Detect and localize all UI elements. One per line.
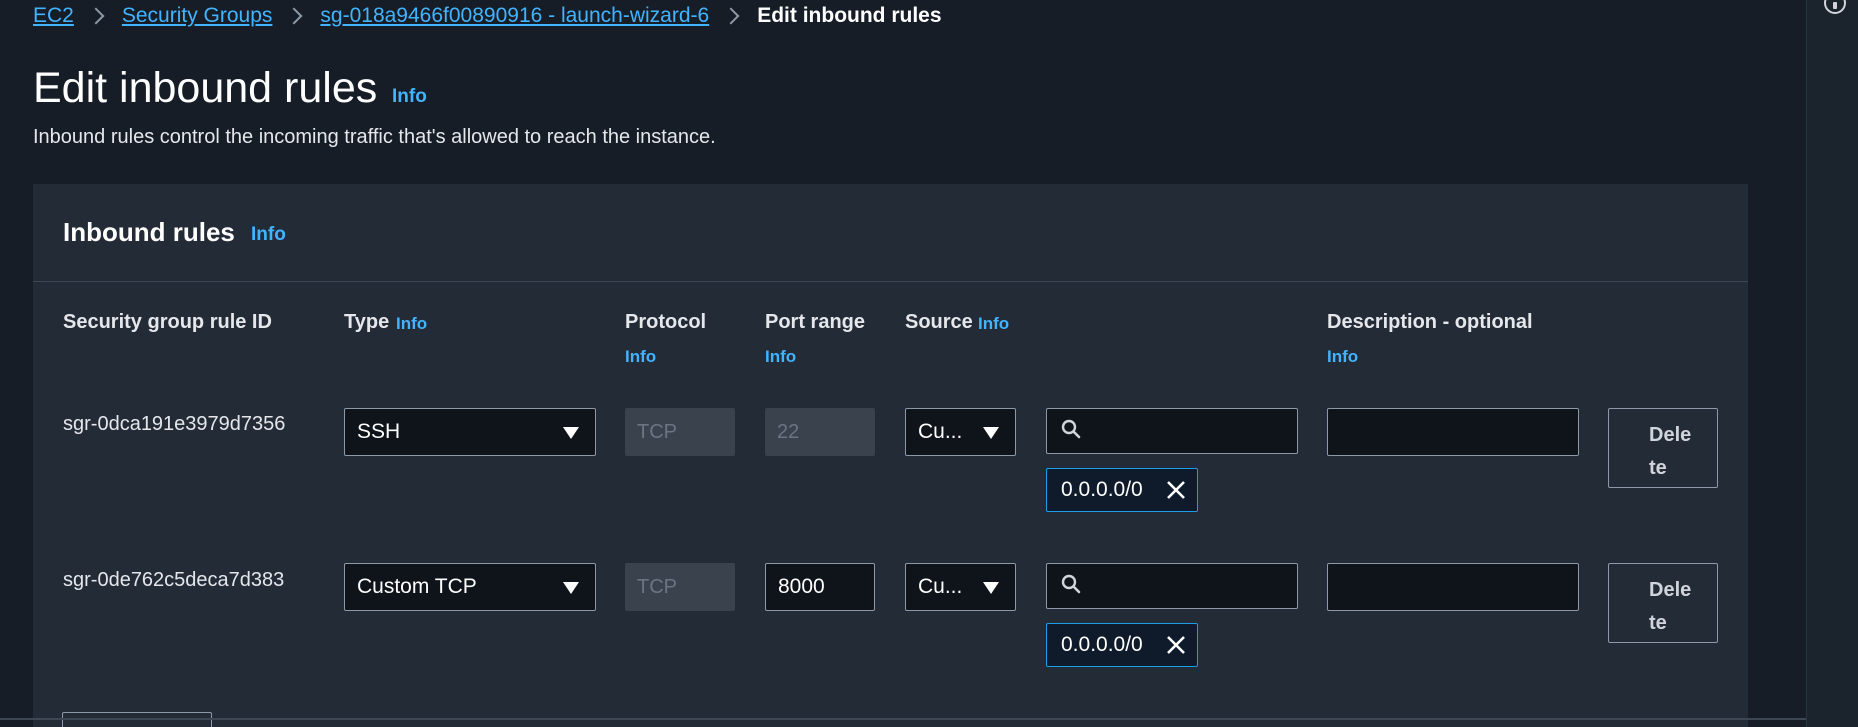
delete-label: te (1649, 457, 1667, 479)
source-token-label: 0.0.0.0/0 (1061, 478, 1143, 501)
protocol-value: TCP (637, 575, 677, 598)
source-type-select[interactable]: Cu... (905, 408, 1016, 456)
port-range-info-link[interactable]: Info (765, 347, 796, 367)
close-icon[interactable] (1165, 479, 1187, 501)
caret-down-icon (983, 582, 999, 594)
source-type-value: Cu... (918, 575, 963, 598)
protocol-value: TCP (637, 420, 677, 443)
page-info-link[interactable]: Info (392, 86, 427, 108)
source-token: 0.0.0.0/0 (1046, 468, 1198, 512)
source-type-select[interactable]: Cu... (905, 563, 1016, 611)
column-rule-id: Security group rule ID (63, 311, 272, 333)
delete-button[interactable]: Dele te (1608, 563, 1718, 643)
port-range-field: 22 (765, 408, 875, 456)
source-search-input[interactable] (1046, 408, 1298, 454)
description-input[interactable] (1327, 408, 1579, 456)
protocol-info-link[interactable]: Info (625, 347, 656, 367)
column-source: Source (905, 311, 973, 333)
source-token-label: 0.0.0.0/0 (1061, 633, 1143, 656)
description-info-link[interactable]: Info (1327, 347, 1358, 367)
source-token: 0.0.0.0/0 (1046, 623, 1198, 667)
delete-button[interactable]: Dele te (1608, 408, 1718, 488)
search-icon (1061, 574, 1081, 594)
delete-label: Dele (1649, 579, 1692, 601)
divider (0, 718, 1806, 720)
protocol-field: TCP (625, 563, 735, 611)
type-select[interactable]: Custom TCP (344, 563, 596, 611)
rule-id: sgr-0de762c5deca7d383 (63, 569, 285, 591)
panel-info-link[interactable]: Info (251, 224, 286, 246)
panel-header: Inbound rules Info (33, 184, 1748, 282)
type-select[interactable]: SSH (344, 408, 596, 456)
caret-down-icon (983, 427, 999, 439)
breadcrumb: EC2 Security Groups sg-018a9466f00890916… (33, 3, 942, 29)
type-info-link[interactable]: Info (396, 314, 427, 334)
column-protocol: Protocol (625, 311, 707, 333)
right-rail (1806, 0, 1858, 727)
column-port-range: Port range (765, 311, 866, 333)
column-type: Type (344, 311, 390, 333)
chevron-right-icon (87, 7, 105, 25)
breadcrumb-security-group[interactable]: sg-018a9466f00890916 - launch-wizard-6 (320, 4, 709, 28)
chevron-right-icon (722, 7, 740, 25)
search-icon (1061, 419, 1081, 439)
description-input[interactable] (1327, 563, 1579, 611)
port-range-value: 8000 (778, 575, 825, 598)
close-icon[interactable] (1165, 634, 1187, 656)
page: EC2 Security Groups sg-018a9466f00890916… (0, 0, 1858, 727)
delete-label: te (1649, 612, 1667, 634)
delete-label: Dele (1649, 424, 1692, 446)
page-title: Edit inbound rules (33, 64, 378, 112)
breadcrumb-ec2[interactable]: EC2 (33, 4, 74, 28)
breadcrumb-security-groups[interactable]: Security Groups (122, 4, 273, 28)
column-description: Description - optional (1327, 311, 1533, 333)
inbound-rules-panel: Inbound rules Info Security group rule I… (33, 184, 1748, 727)
type-select-value: SSH (357, 420, 401, 443)
protocol-field: TCP (625, 408, 735, 456)
port-range-value: 22 (777, 420, 800, 443)
port-range-input[interactable]: 8000 (765, 563, 875, 611)
caret-down-icon (563, 427, 579, 439)
page-description: Inbound rules control the incoming traff… (33, 126, 716, 148)
chevron-right-icon (285, 7, 303, 25)
source-info-link[interactable]: Info (978, 314, 1009, 334)
source-search-input[interactable] (1046, 563, 1298, 609)
type-select-value: Custom TCP (357, 575, 477, 598)
source-type-value: Cu... (918, 420, 963, 443)
panel-title: Inbound rules (63, 217, 235, 247)
breadcrumb-current: Edit inbound rules (757, 4, 942, 27)
rule-id: sgr-0dca191e3979d7356 (63, 413, 286, 435)
caret-down-icon (563, 582, 579, 594)
